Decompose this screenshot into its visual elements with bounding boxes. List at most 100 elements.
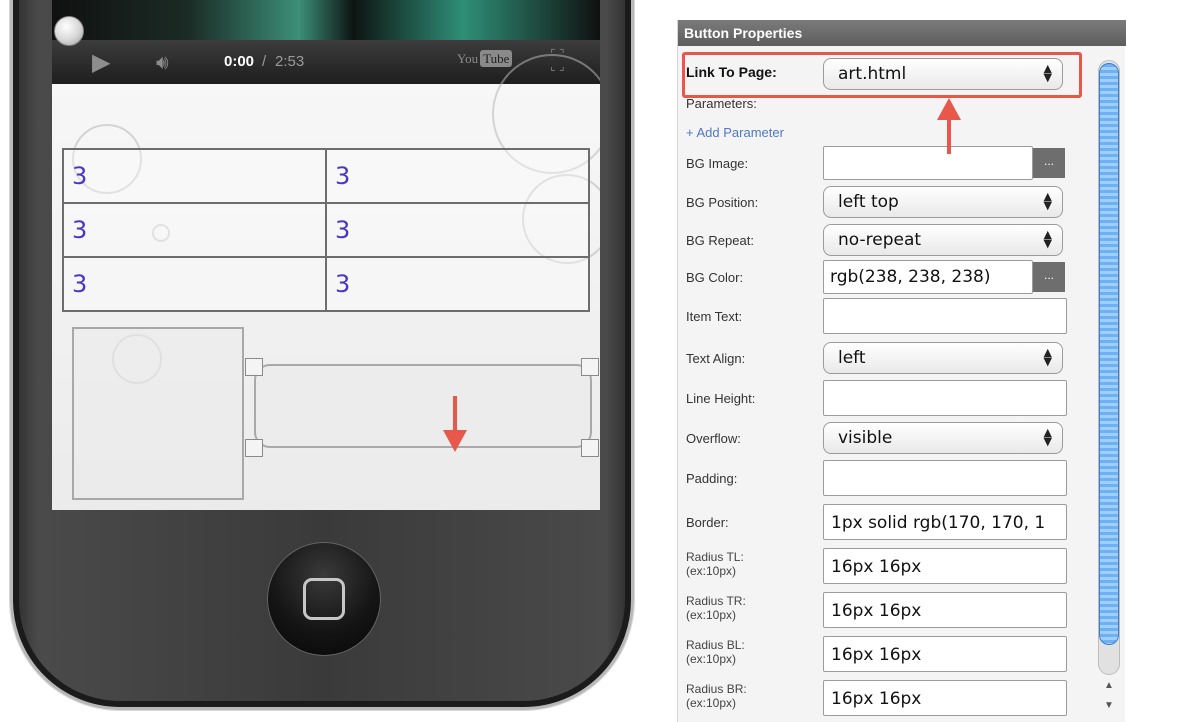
bg-color-row: BG Color: rgb(238, 238, 238) ... [678, 260, 1098, 294]
total-time: 2:53 [275, 53, 305, 70]
bg-color-field[interactable]: rgb(238, 238, 238) [823, 260, 1033, 294]
radius-tr-label-text: Radius TR: [686, 594, 746, 608]
overflow-row: Overflow: visible ▲ ▼ [678, 422, 1098, 454]
radius-tl-label: Radius TL: (ex:10px) [686, 550, 744, 578]
table-cell[interactable]: 3 [325, 202, 590, 258]
bg-color-label: BG Color: [686, 270, 744, 285]
radius-bl-field[interactable]: 16px 16px [823, 636, 1067, 672]
panel-title: Button Properties [678, 20, 1126, 46]
resize-handle[interactable] [581, 439, 599, 457]
radius-tr-row: Radius TR: (ex:10px) 16px 16px [678, 592, 1098, 630]
table-row: 3 3 [62, 256, 590, 312]
radius-bl-row: Radius BL: (ex:10px) 16px 16px [678, 636, 1098, 674]
radius-bl-hint: (ex:10px) [686, 652, 737, 666]
select-arrows-icon: ▲ ▼ [1043, 346, 1052, 368]
item-text-field[interactable] [823, 298, 1067, 334]
down-arrow-icon [443, 396, 467, 452]
select-arrows-icon: ▲ ▼ [1043, 426, 1052, 448]
home-button-icon [303, 578, 345, 620]
progress-knob[interactable] [54, 16, 84, 46]
resize-handle[interactable] [245, 439, 263, 457]
radius-br-row: Radius BR: (ex:10px) 16px 16px [678, 680, 1098, 718]
radius-br-hint: (ex:10px) [686, 696, 737, 710]
border-label: Border: [686, 515, 729, 530]
bg-repeat-label: BG Repeat: [686, 233, 754, 248]
line-height-label: Line Height: [686, 391, 756, 406]
bg-position-row: BG Position: left top ▲ ▼ [678, 186, 1098, 218]
radius-tl-row: Radius TL: (ex:10px) 16px 16px [678, 548, 1098, 586]
text-align-select[interactable]: left ▲ ▼ [823, 342, 1063, 374]
select-arrows-icon: ▲ ▼ [1043, 228, 1052, 250]
table-row: 3 3 [62, 202, 590, 258]
text-align-value: left [838, 348, 866, 368]
table-cell[interactable]: 3 [325, 256, 590, 312]
radius-br-field[interactable]: 16px 16px [823, 680, 1067, 716]
border-row: Border: 1px solid rgb(170, 170, 1 [678, 504, 1098, 540]
radius-tr-label: Radius TR: (ex:10px) [686, 594, 746, 622]
item-text-row: Item Text: [678, 298, 1098, 334]
parameters-label: Parameters: [686, 96, 757, 111]
scroll-down-icon[interactable]: ▼ [1104, 700, 1114, 711]
add-parameter-link[interactable]: + Add Parameter [686, 125, 784, 140]
radius-tl-label-text: Radius TL: [686, 550, 744, 564]
time-separator: / [262, 53, 267, 70]
bg-image-row: BG Image: ... [678, 146, 1098, 180]
radius-bl-label: Radius BL: (ex:10px) [686, 638, 745, 666]
resize-handle[interactable] [245, 358, 263, 376]
bg-repeat-row: BG Repeat: no-repeat ▲ ▼ [678, 224, 1098, 256]
up-arrow-icon [937, 98, 961, 154]
video-thumbnail [52, 0, 600, 40]
text-align-label: Text Align: [686, 351, 746, 366]
phone-mockup: ▶ 🔊︎ 0:00 / 2:53 YouTube ⌜ ⌝⌞ ⌟ 3 3 3 [0, 0, 660, 722]
phone-screen: ▶ 🔊︎ 0:00 / 2:53 YouTube ⌜ ⌝⌞ ⌟ 3 3 3 [52, 0, 600, 510]
radius-tl-field[interactable]: 16px 16px [823, 548, 1067, 584]
padding-label: Padding: [686, 471, 738, 486]
bg-position-select[interactable]: left top ▲ ▼ [823, 186, 1063, 218]
radius-tr-field[interactable]: 16px 16px [823, 592, 1067, 628]
volume-icon[interactable]: 🔊︎ [156, 50, 169, 74]
bg-repeat-value: no-repeat [838, 230, 922, 250]
bg-image-label: BG Image: [686, 156, 749, 171]
select-arrows-icon: ▲ ▼ [1043, 190, 1052, 212]
properties-panel: Button Properties Link To Page: art.html… [677, 20, 1126, 722]
resize-handle[interactable] [581, 358, 599, 376]
table-row: 3 3 [62, 148, 590, 204]
bg-repeat-select[interactable]: no-repeat ▲ ▼ [823, 224, 1063, 256]
table-cell[interactable]: 3 [62, 256, 327, 312]
item-text-label: Item Text: [686, 309, 743, 324]
text-align-row: Text Align: left ▲ ▼ [678, 342, 1098, 374]
current-time: 0:00 [224, 53, 255, 70]
overflow-label: Overflow: [686, 431, 741, 446]
highlight-box [682, 52, 1082, 98]
radius-br-label-text: Radius BR: [686, 682, 747, 696]
bg-image-browse-button[interactable]: ... [1033, 148, 1065, 178]
youtube-logo[interactable]: You Tube [457, 50, 513, 67]
line-height-field[interactable] [823, 380, 1067, 416]
bg-position-value: left top [838, 192, 899, 212]
bg-image-field[interactable] [823, 146, 1033, 180]
grid-table[interactable]: 3 3 3 3 3 3 [62, 148, 590, 312]
overflow-value: visible [838, 428, 893, 448]
scroll-up-icon[interactable]: ▲ [1104, 680, 1114, 691]
border-field[interactable]: 1px solid rgb(170, 170, 1 [823, 504, 1067, 540]
table-cell[interactable]: 3 [62, 202, 327, 258]
table-cell[interactable]: 3 [62, 148, 327, 204]
radius-tl-hint: (ex:10px) [686, 564, 737, 578]
youtube-logo-you: You [457, 51, 479, 66]
play-icon[interactable]: ▶ [92, 48, 110, 76]
radius-bl-label-text: Radius BL: [686, 638, 745, 652]
radius-br-label: Radius BR: (ex:10px) [686, 682, 747, 710]
scroll-thumb[interactable] [1099, 63, 1119, 645]
selected-button-element[interactable] [254, 364, 592, 448]
padding-field[interactable] [823, 460, 1067, 496]
radius-tr-hint: (ex:10px) [686, 608, 737, 622]
image-placeholder[interactable] [72, 327, 244, 500]
line-height-row: Line Height: [678, 380, 1098, 416]
overflow-select[interactable]: visible ▲ ▼ [823, 422, 1063, 454]
table-cell[interactable]: 3 [325, 148, 590, 204]
bg-position-label: BG Position: [686, 195, 759, 210]
panel-scrollbar[interactable]: ▲ ▼ [1094, 60, 1124, 722]
youtube-logo-tube: Tube [480, 50, 513, 67]
padding-row: Padding: [678, 460, 1098, 496]
bg-color-picker-button[interactable]: ... [1033, 262, 1065, 292]
